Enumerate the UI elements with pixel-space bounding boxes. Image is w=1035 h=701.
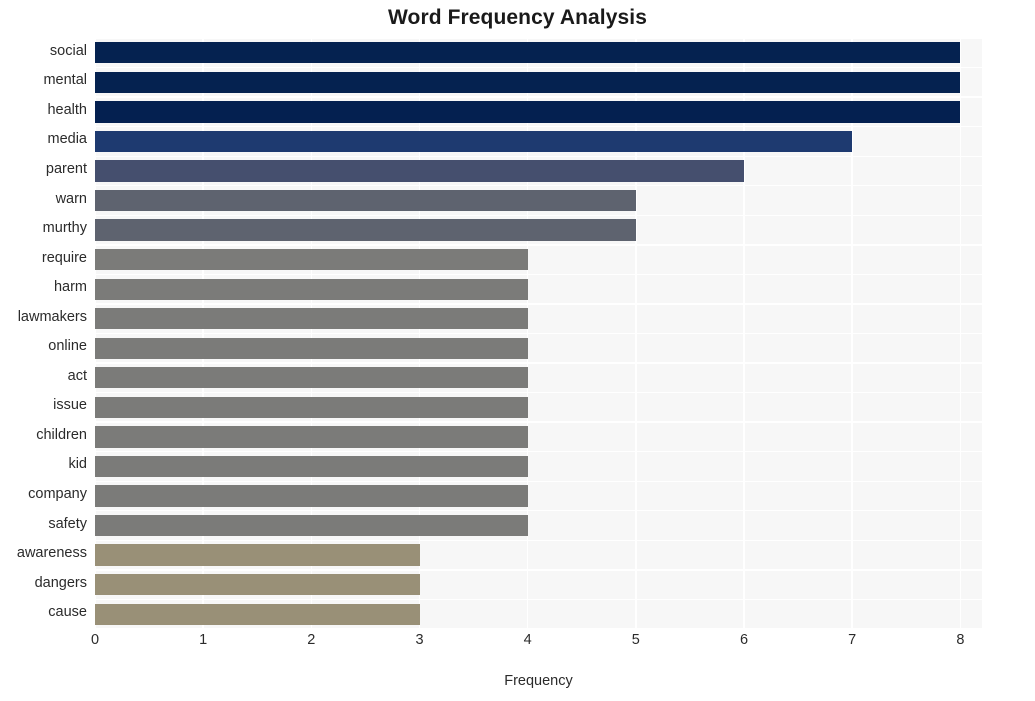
gridline-horizontal <box>95 539 982 542</box>
bar-row[interactable] <box>95 189 982 212</box>
y-axis-tick-label: kid <box>68 456 87 473</box>
y-axis-tick-label: safety <box>48 515 87 532</box>
y-axis-tick-label: company <box>28 486 87 503</box>
y-axis-tick-label: social <box>49 42 87 59</box>
bar-row[interactable] <box>95 455 982 478</box>
bar[interactable] <box>95 130 853 153</box>
bar[interactable] <box>95 308 528 330</box>
x-axis-tick-label: 8 <box>956 632 965 648</box>
bar-row[interactable] <box>95 426 982 448</box>
x-axis-tick-label: 7 <box>848 632 857 648</box>
y-axis-tick-label: mental <box>43 72 87 89</box>
bar-row[interactable] <box>95 308 982 330</box>
bar[interactable] <box>95 42 961 64</box>
bar[interactable] <box>95 514 528 537</box>
y-axis-tick-labels: social mental health media parent warn murthy r… <box>0 38 87 629</box>
bar-row[interactable] <box>95 130 982 153</box>
x-axis-tick-label: 5 <box>631 632 640 648</box>
y-axis-tick-label: act <box>67 367 87 384</box>
gridline-horizontal <box>95 628 982 630</box>
bar-row[interactable] <box>95 160 982 182</box>
y-axis-tick-label: require <box>41 249 87 266</box>
y-axis-tick-label: online <box>48 338 87 355</box>
gridline-horizontal <box>95 214 982 216</box>
bar-row[interactable] <box>95 101 982 123</box>
bar-row[interactable] <box>95 574 982 596</box>
x-axis-tick-label: 2 <box>307 632 316 648</box>
bar[interactable] <box>95 71 961 93</box>
bar-row[interactable] <box>95 544 982 566</box>
gridline-horizontal <box>95 125 982 128</box>
x-axis-tick-label: 1 <box>199 632 208 648</box>
bar[interactable] <box>95 574 420 596</box>
y-axis-tick-label: dangers <box>34 574 87 591</box>
y-axis-tick-label: parent <box>45 160 87 177</box>
gridline-horizontal <box>95 332 982 335</box>
gridline-horizontal <box>95 598 982 601</box>
x-axis-tick-label: 0 <box>90 632 100 648</box>
bar-row[interactable] <box>95 603 982 625</box>
bar[interactable] <box>95 485 528 507</box>
bar-row[interactable] <box>95 337 982 359</box>
bar[interactable] <box>95 219 636 241</box>
y-axis-tick-label: cause <box>48 604 87 621</box>
gridline-horizontal <box>95 66 982 69</box>
gridline-horizontal <box>95 185 982 187</box>
y-axis-tick-label: awareness <box>16 545 87 562</box>
bar-row[interactable] <box>95 396 982 418</box>
x-axis-tick-label: 3 <box>415 632 424 648</box>
chart-title: Word Frequency Analysis <box>387 6 648 29</box>
bar-row[interactable] <box>95 248 982 271</box>
x-axis-tick-label: 4 <box>523 632 532 648</box>
x-axis-label: Frequency <box>504 673 573 689</box>
gridline-horizontal <box>95 569 982 571</box>
y-axis-tick-label: issue <box>53 397 87 414</box>
plot-area <box>94 37 982 630</box>
gridline-horizontal <box>95 155 982 157</box>
y-axis-tick-label: harm <box>53 279 87 296</box>
x-axis-tick-labels: 0 1 2 3 4 5 6 7 8 <box>91 632 982 656</box>
y-axis-tick-label: health <box>47 101 87 118</box>
bar-row[interactable] <box>95 514 982 537</box>
gridline-horizontal <box>95 303 982 305</box>
y-axis-tick-label: lawmakers <box>17 308 87 325</box>
gridline-horizontal <box>95 480 982 482</box>
bar[interactable] <box>95 603 420 625</box>
bar-row[interactable] <box>95 485 982 507</box>
bar[interactable] <box>95 278 528 300</box>
bar[interactable] <box>95 248 528 271</box>
bar[interactable] <box>95 367 528 389</box>
gridline-horizontal <box>95 37 982 39</box>
bar[interactable] <box>95 544 420 566</box>
bar-row[interactable] <box>95 71 982 93</box>
bar-row[interactable] <box>95 42 982 64</box>
bar[interactable] <box>95 160 745 182</box>
bar-row[interactable] <box>95 278 982 300</box>
y-axis-tick-label: murthy <box>42 220 87 237</box>
gridline-horizontal <box>95 451 982 453</box>
bar-row[interactable] <box>95 367 982 389</box>
gridline-horizontal <box>95 391 982 394</box>
y-axis-tick-label: media <box>47 131 88 148</box>
bar[interactable] <box>95 396 528 418</box>
y-axis-tick-label: warn <box>55 190 87 207</box>
y-axis-tick-label: children <box>36 426 87 443</box>
bar[interactable] <box>95 337 528 359</box>
bar[interactable] <box>95 101 961 123</box>
gridline-horizontal <box>95 362 982 364</box>
bar[interactable] <box>95 426 528 448</box>
bar[interactable] <box>95 455 528 478</box>
x-axis-tick-label: 6 <box>739 632 749 648</box>
gridline-horizontal <box>95 510 982 512</box>
gridline-horizontal <box>95 244 982 246</box>
bar[interactable] <box>95 189 636 212</box>
gridline-horizontal <box>95 421 982 423</box>
bar-row[interactable] <box>95 219 982 241</box>
word-frequency-chart: Word Frequency Analysis social mental heal… <box>0 0 1035 701</box>
gridline-horizontal <box>95 273 982 276</box>
gridline-horizontal <box>95 96 982 98</box>
